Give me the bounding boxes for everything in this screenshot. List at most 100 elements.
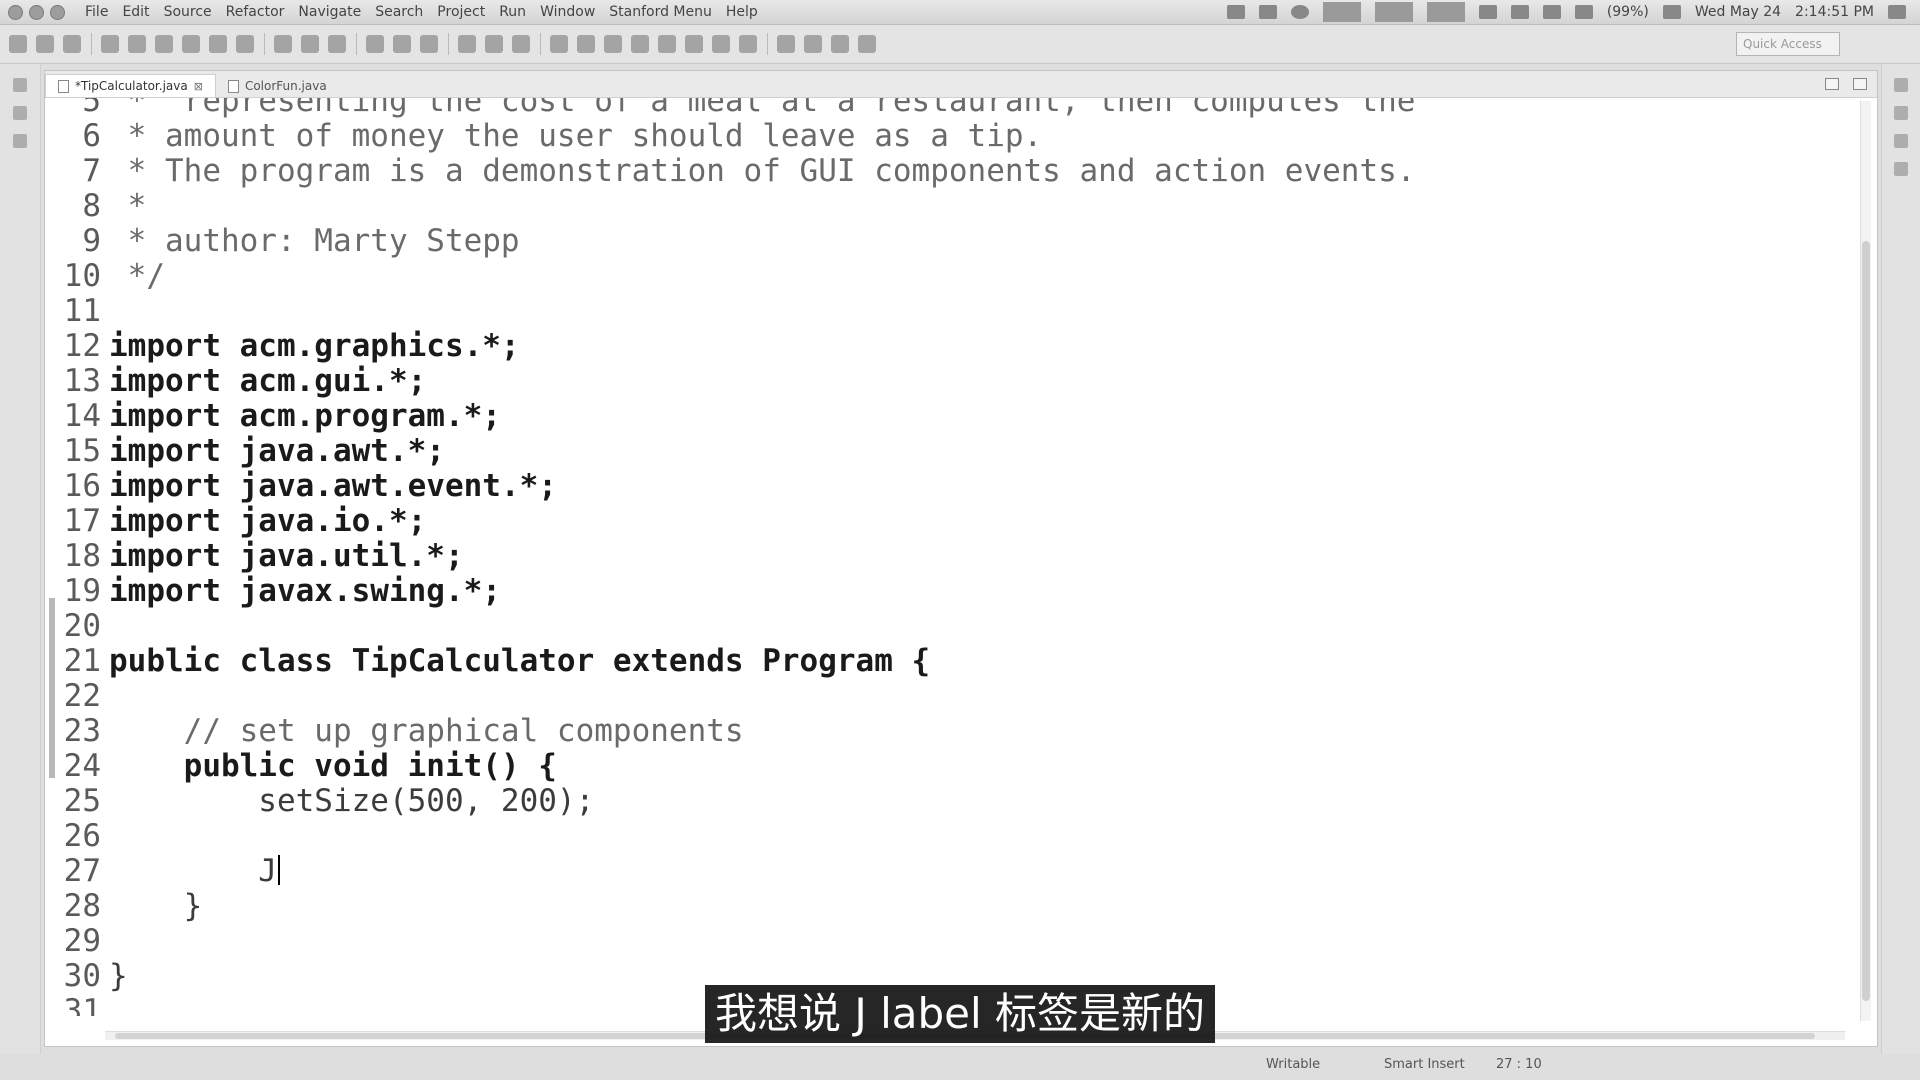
code-line[interactable]: 17 import java.io.*; xyxy=(45,504,1845,539)
code-text[interactable]: public void init() { xyxy=(109,749,557,784)
problems-icon[interactable] xyxy=(1894,134,1908,148)
new-package-icon[interactable] xyxy=(485,35,503,53)
code-line[interactable]: 13 import acm.gui.*; xyxy=(45,364,1845,399)
code-text[interactable]: import java.util.*; xyxy=(109,539,464,574)
console-icon[interactable] xyxy=(1894,162,1908,176)
menu-edit[interactable]: Edit xyxy=(122,4,149,20)
tab-tipcalculator[interactable]: *TipCalculator.java ⊠ xyxy=(45,74,216,97)
run-icon[interactable] xyxy=(393,35,411,53)
menu-refactor[interactable]: Refactor xyxy=(226,4,285,20)
hierarchy-icon[interactable] xyxy=(13,106,27,120)
volume-icon[interactable] xyxy=(1662,5,1681,19)
code-text[interactable]: import java.io.*; xyxy=(109,504,426,539)
menu-run[interactable]: Run xyxy=(499,4,526,20)
code-line[interactable]: 8 * xyxy=(45,189,1845,224)
code-text[interactable]: // set up graphical components xyxy=(109,714,744,749)
code-line[interactable]: 6 * amount of money the user should leav… xyxy=(45,119,1845,154)
new-icon[interactable] xyxy=(9,35,27,53)
new-class-icon[interactable] xyxy=(512,35,530,53)
code-line[interactable]: 22 xyxy=(45,679,1845,714)
upload-icon[interactable] xyxy=(236,35,254,53)
menu-stanford[interactable]: Stanford Menu xyxy=(609,4,712,20)
save-icon[interactable] xyxy=(36,35,54,53)
open-type-hierarchy-icon[interactable] xyxy=(550,35,568,53)
code-line[interactable]: 16 import java.awt.event.*; xyxy=(45,469,1845,504)
forward-icon[interactable] xyxy=(858,35,876,53)
build-icon[interactable] xyxy=(128,35,146,53)
mark-occurrences-icon[interactable] xyxy=(685,35,703,53)
menu-project[interactable]: Project xyxy=(437,4,485,20)
minimize-icon[interactable] xyxy=(1825,78,1839,90)
code-text[interactable]: * xyxy=(109,189,147,224)
annotation-icon[interactable] xyxy=(658,35,676,53)
code-line[interactable]: 7 * The program is a demonstration of GU… xyxy=(45,154,1845,189)
wifi-icon[interactable] xyxy=(1478,5,1497,19)
menu-help[interactable]: Help xyxy=(726,4,758,20)
mail-icon[interactable] xyxy=(1542,5,1561,19)
export-icon[interactable] xyxy=(209,35,227,53)
code-line[interactable]: 25 setSize(500, 200); xyxy=(45,784,1845,819)
close-window-button[interactable] xyxy=(8,4,23,20)
vertical-scroll-thumb[interactable] xyxy=(1862,241,1870,1001)
run-config-icon[interactable] xyxy=(182,35,200,53)
menu-window[interactable]: Window xyxy=(540,4,595,20)
code-line[interactable]: 5 * representing the cost of a meal at a… xyxy=(45,98,1845,119)
code-text[interactable]: setSize(500, 200); xyxy=(109,784,594,819)
menu-source[interactable]: Source xyxy=(164,4,212,20)
code-text[interactable]: * representing the cost of a meal at a r… xyxy=(109,98,1416,119)
previous-annotation-icon[interactable] xyxy=(804,35,822,53)
code-line[interactable]: 26 xyxy=(45,819,1845,854)
code-line[interactable]: 9 * author: Marty Stepp xyxy=(45,224,1845,259)
minimize-window-button[interactable] xyxy=(29,4,44,20)
menu-file[interactable]: File xyxy=(85,4,108,20)
gear-icon[interactable] xyxy=(1888,5,1906,19)
terminal-icon[interactable] xyxy=(155,35,173,53)
code-line[interactable]: 23 // set up graphical components xyxy=(45,714,1845,749)
code-line[interactable]: 28 } xyxy=(45,889,1845,924)
clock-label[interactable]: 2:14:51 PM xyxy=(1795,4,1874,20)
keyboard-layout-icon[interactable] xyxy=(1510,5,1529,19)
next-annotation-icon[interactable] xyxy=(777,35,795,53)
outline-icon[interactable] xyxy=(1894,78,1908,92)
battery-icon[interactable] xyxy=(1574,5,1593,19)
code-line[interactable]: 27 J xyxy=(45,854,1845,889)
stop-icon[interactable] xyxy=(1290,5,1309,19)
code-line[interactable]: 20 xyxy=(45,609,1845,644)
maximize-window-button[interactable] xyxy=(50,4,65,20)
dropbox-icon[interactable] xyxy=(1258,5,1277,19)
code-text[interactable]: import acm.graphics.*; xyxy=(109,329,520,364)
code-text[interactable]: */ xyxy=(109,259,165,294)
code-line[interactable]: 14 import acm.program.*; xyxy=(45,399,1845,434)
code-line[interactable]: 24 public void init() { xyxy=(45,749,1845,784)
pin-icon[interactable] xyxy=(604,35,622,53)
quick-access-input[interactable]: Quick Access xyxy=(1736,32,1840,56)
date-label[interactable]: Wed May 24 xyxy=(1695,4,1781,20)
code-line[interactable]: 12 import acm.graphics.*; xyxy=(45,329,1845,364)
show-whitespace-icon[interactable] xyxy=(739,35,757,53)
code-text[interactable]: } xyxy=(109,889,203,924)
new-java-project-icon[interactable] xyxy=(458,35,476,53)
code-text[interactable]: * amount of money the user should leave … xyxy=(109,119,1043,154)
debug-icon[interactable] xyxy=(366,35,384,53)
junit-icon[interactable] xyxy=(13,134,27,148)
open-type-icon[interactable] xyxy=(101,35,119,53)
vertical-scrollbar[interactable] xyxy=(1860,101,1871,1021)
toggle-mark-icon[interactable] xyxy=(274,35,292,53)
save-all-icon[interactable] xyxy=(63,35,81,53)
code-line[interactable]: 21 public class TipCalculator extends Pro… xyxy=(45,644,1845,679)
package-explorer-icon[interactable] xyxy=(13,78,27,92)
code-line[interactable]: 18 import java.util.*; xyxy=(45,539,1845,574)
block-selection-icon[interactable] xyxy=(712,35,730,53)
tab-colorfun[interactable]: ColorFun.java xyxy=(216,75,339,97)
close-tab-icon[interactable]: ⊠ xyxy=(194,80,203,93)
camera-icon[interactable] xyxy=(1226,5,1245,19)
code-line[interactable]: 29 xyxy=(45,924,1845,959)
code-area[interactable]: 5 * representing the cost of a meal at a… xyxy=(45,98,1855,1016)
code-text[interactable]: import java.awt.event.*; xyxy=(109,469,557,504)
code-text[interactable]: import acm.gui.*; xyxy=(109,364,426,399)
code-text[interactable]: * author: Marty Stepp xyxy=(109,224,520,259)
back-icon[interactable] xyxy=(831,35,849,53)
maximize-icon[interactable] xyxy=(1853,78,1867,90)
code-line[interactable]: 10 */ xyxy=(45,259,1845,294)
code-text[interactable]: * The program is a demonstration of GUI … xyxy=(109,154,1416,189)
